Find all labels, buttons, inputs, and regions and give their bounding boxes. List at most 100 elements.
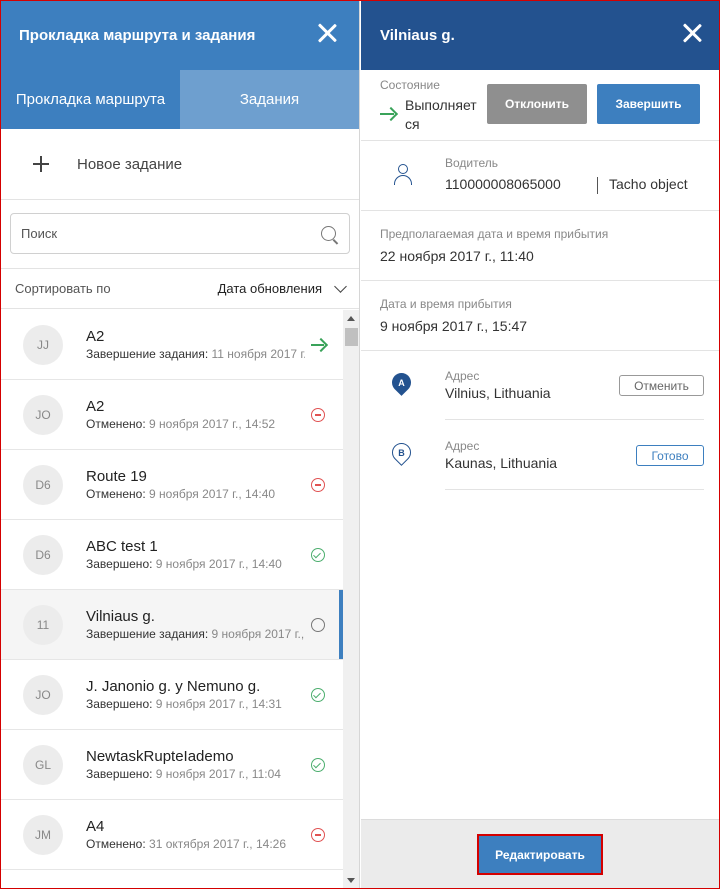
- cancelled-icon: [311, 408, 325, 422]
- avatar: JO: [23, 674, 63, 715]
- task-title: J. Janonio g. y Nemuno g.: [86, 678, 261, 695]
- scroll-up-arrow-icon[interactable]: [347, 316, 355, 321]
- scroll-down-arrow-icon[interactable]: [347, 878, 355, 883]
- cancel-address-button[interactable]: Отменить: [619, 375, 704, 396]
- task-title: ABC test 1: [86, 538, 158, 555]
- address-label: Адрес: [445, 439, 480, 453]
- task-status-label: Завершение задания:: [86, 627, 209, 641]
- task-status-label: Отменено:: [86, 487, 146, 501]
- search-box: [10, 213, 350, 254]
- task-status-line: Отменено: 31 октября 2017 г., 14:26: [86, 837, 305, 851]
- new-task-button[interactable]: Новое задание: [1, 129, 359, 200]
- tab-route-planning[interactable]: Прокладка маршрута: [1, 70, 180, 129]
- search-icon[interactable]: [321, 226, 336, 241]
- completed-icon: [311, 688, 325, 702]
- chevron-down-icon: [334, 279, 347, 293]
- task-row-selected[interactable]: 11 Vilniaus g. Завершение задания: 9 ноя…: [1, 590, 343, 660]
- avatar: D6: [23, 534, 63, 575]
- sort-dropdown[interactable]: Сортировать по Дата обновления: [1, 269, 359, 309]
- avatar: JJ: [23, 324, 63, 365]
- task-status-line: Завершено: 9 ноября 2017 г., 11:04: [86, 767, 305, 781]
- address-value: Kaunas, Lithuania: [445, 455, 558, 471]
- close-icon[interactable]: [317, 23, 337, 43]
- finish-button[interactable]: Завершить: [597, 84, 700, 124]
- driver-object: Tacho object: [609, 176, 688, 192]
- task-status-label: Завершено:: [86, 557, 153, 571]
- task-title: Vilniaus g.: [86, 608, 155, 625]
- expected-arrival-label: Предполагаемая дата и время прибытия: [380, 227, 609, 241]
- task-list-scrollbar[interactable]: [343, 310, 359, 888]
- avatar: D6: [23, 464, 63, 505]
- driver-id: 110000008065000: [445, 176, 561, 192]
- search-input[interactable]: [11, 214, 349, 253]
- task-text: NewtaskRupteIademo Завершено: 9 ноября 2…: [86, 748, 343, 781]
- tab-bar: Прокладка маршрута Задания: [1, 70, 359, 129]
- driver-label: Водитель: [445, 156, 499, 170]
- avatar: GL: [23, 744, 63, 785]
- task-status-label: Завершено:: [86, 767, 153, 781]
- task-date: 11 ноября 2017 г., 14:40: [211, 347, 305, 361]
- task-date: 9 ноября 2017 г., 14:52: [149, 417, 276, 431]
- task-date: 9 ноября 2017 г., 15:47: [211, 627, 305, 641]
- divider: [445, 489, 704, 490]
- pin-letter: B: [398, 447, 405, 458]
- route-tasks-panel: Прокладка маршрута и задания Прокладка м…: [1, 1, 360, 888]
- task-title: A4: [86, 818, 105, 835]
- plus-icon: [33, 156, 49, 172]
- left-panel-header: Прокладка маршрута и задания: [1, 1, 359, 70]
- task-row[interactable]: D6 ABC test 1 Завершено: 9 ноября 2017 г…: [1, 520, 343, 590]
- task-date: 9 ноября 2017 г., 11:04: [155, 767, 281, 781]
- arrow-right-icon: [380, 107, 395, 121]
- arrival-value: 9 ноября 2017 г., 15:47: [380, 318, 528, 334]
- close-icon[interactable]: [682, 23, 702, 43]
- avatar: JO: [23, 394, 63, 435]
- address-label: Адрес: [445, 369, 480, 383]
- task-list: JJ A2 Завершение задания: 11 ноября 2017…: [1, 310, 343, 888]
- task-row[interactable]: JM A4 Отменено: 31 октября 2017 г., 14:2…: [1, 800, 343, 870]
- task-title: A2: [86, 328, 105, 345]
- completed-icon: [311, 548, 325, 562]
- arrow-right-icon: [311, 338, 325, 352]
- detail-title: Vilniaus g.: [380, 27, 455, 44]
- new-task-label: Новое задание: [77, 155, 183, 173]
- task-row[interactable]: GL NewtaskRupteIademo Завершено: 9 ноябр…: [1, 730, 343, 800]
- task-status-line: Отменено: 9 ноября 2017 г., 14:40: [86, 487, 305, 501]
- task-text: A2 Завершение задания: 11 ноября 2017 г.…: [86, 328, 343, 361]
- task-text: A2 Отменено: 9 ноября 2017 г., 14:52: [86, 398, 343, 431]
- task-status-line: Завершение задания: 11 ноября 2017 г., 1…: [86, 347, 305, 361]
- arrival-section: Дата и время прибытия 9 ноября 2017 г., …: [361, 281, 719, 351]
- state-label: Состояние: [380, 78, 440, 92]
- expected-arrival-value: 22 ноября 2017 г., 11:40: [380, 248, 534, 264]
- task-row[interactable]: JO A2 Отменено: 9 ноября 2017 г., 14:52: [1, 380, 343, 450]
- address-value: Vilnius, Lithuania: [445, 385, 551, 401]
- task-date: 31 октября 2017 г., 14:26: [149, 837, 286, 851]
- pending-icon: [311, 618, 325, 632]
- task-date: 9 ноября 2017 г., 14:40: [155, 557, 282, 571]
- task-row[interactable]: JO J. Janonio g. y Nemuno g. Завершено: …: [1, 660, 343, 730]
- completed-icon: [311, 758, 325, 772]
- task-detail-panel: Vilniaus g. Состояние Выполняет ся Откло…: [361, 1, 719, 888]
- edit-button[interactable]: Редактировать: [477, 834, 603, 875]
- detail-footer: Редактировать: [361, 819, 719, 888]
- pin-letter: A: [398, 377, 405, 388]
- avatar: 11: [23, 604, 63, 645]
- arrival-label: Дата и время прибытия: [380, 297, 512, 311]
- task-text: A4 Отменено: 31 октября 2017 г., 14:26: [86, 818, 343, 851]
- scrollbar-thumb[interactable]: [345, 328, 358, 346]
- task-title: NewtaskRupteIademo: [86, 748, 234, 765]
- address-row-a: A Адрес Vilnius, Lithuania Отменить: [361, 350, 719, 420]
- divider: [597, 177, 598, 194]
- task-row[interactable]: JJ A2 Завершение задания: 11 ноября 2017…: [1, 310, 343, 380]
- state-section: Состояние Выполняет ся Отклонить Заверши…: [361, 70, 719, 141]
- task-row[interactable]: D6 Route 19 Отменено: 9 ноября 2017 г., …: [1, 450, 343, 520]
- sort-value: Дата обновления: [217, 281, 322, 296]
- ready-button[interactable]: Готово: [636, 445, 704, 466]
- decline-button[interactable]: Отклонить: [487, 84, 587, 124]
- sort-label: Сортировать по: [15, 281, 111, 296]
- address-row-b: B Адрес Kaunas, Lithuania Готово: [361, 420, 719, 490]
- tab-tasks[interactable]: Задания: [180, 70, 359, 129]
- cancelled-icon: [311, 478, 325, 492]
- task-status-label: Завершено:: [86, 697, 153, 711]
- task-title: Route 19: [86, 468, 147, 485]
- left-panel-title: Прокладка маршрута и задания: [19, 27, 256, 44]
